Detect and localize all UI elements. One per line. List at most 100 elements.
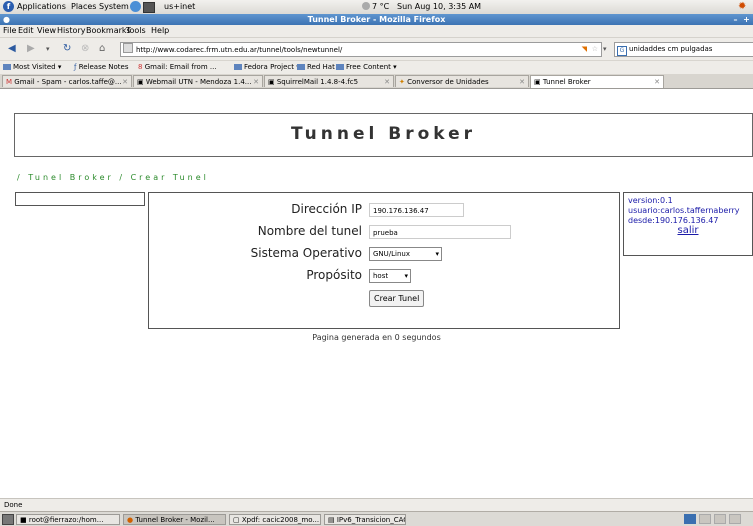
places-menu[interactable]: Places: [71, 2, 96, 11]
taskbar: ■ root@fierrazo:/hom... ● Tunnel Broker …: [0, 511, 753, 526]
navigation-toolbar: ◀ ▶ ▾ ↻ ⊗ ⌂ http://www.codarec.frm.utn.e…: [0, 38, 753, 60]
weather-cloud-icon: [362, 2, 370, 10]
home-icon[interactable]: ⌂: [99, 43, 105, 54]
tab-gmail[interactable]: M Gmail - Spam - carlos.taffe@... ✕: [2, 75, 132, 87]
folder-icon: [234, 64, 242, 70]
document-icon: ▤: [328, 516, 335, 524]
window-icon: ▢: [233, 516, 240, 524]
forward-arrow-icon[interactable]: ▶: [27, 43, 35, 54]
task-label: Xpdf: cacic2008_mo...: [241, 516, 320, 524]
tab-bar: M Gmail - Spam - carlos.taffe@... ✕ ▣ Web…: [0, 74, 753, 89]
bookmark-fedora-project[interactable]: Fedora Project ▾: [234, 63, 300, 71]
bookmark-free-content[interactable]: Free Content ▾: [336, 63, 397, 71]
gmail-icon: M: [6, 78, 13, 86]
user-text: usuario:carlos.taffernaberry: [628, 206, 740, 215]
page-icon: ▣: [268, 78, 275, 86]
close-tab-icon[interactable]: ✕: [519, 76, 525, 87]
task-ipv6-doc[interactable]: ▤ IPv6_Transicion_CACI...: [324, 514, 406, 525]
menu-edit[interactable]: Edit: [18, 26, 34, 35]
menu-help[interactable]: Help: [151, 26, 169, 35]
tunnel-name-label: Nombre del tunel: [257, 224, 362, 238]
gmail-icon: 8: [138, 63, 143, 71]
menu-bookmarks[interactable]: Bookmarks: [86, 26, 131, 35]
terminal-launcher-icon[interactable]: [143, 2, 155, 13]
task-xpdf[interactable]: ▢ Xpdf: cacic2008_mo...: [229, 514, 321, 525]
close-tab-icon[interactable]: ✕: [122, 76, 128, 87]
clock[interactable]: Sun Aug 10, 3:35 AM: [397, 2, 481, 11]
bookmark-star-icon[interactable]: ☆: [592, 43, 598, 56]
page-banner: Tunnel Broker: [14, 113, 753, 157]
ip-input[interactable]: 190.176.136.47: [369, 203, 464, 217]
bookmark-red-hat[interactable]: Red Hat ▾: [297, 63, 341, 71]
firefox-icon: ●: [127, 516, 134, 524]
conversor-icon: ✦: [399, 78, 405, 86]
page-favicon-icon: [123, 43, 133, 53]
url-dropdown-icon[interactable]: ▾: [603, 45, 607, 53]
menubar: File Edit View History Bookmarks Tools H…: [0, 25, 753, 38]
applications-menu[interactable]: Applications: [17, 2, 66, 11]
tab-label: SquirrelMail 1.4.8-4.fc5: [276, 78, 359, 86]
rss-feed-icon[interactable]: ◥: [582, 43, 587, 56]
workspace-4[interactable]: [729, 514, 741, 524]
close-tab-icon[interactable]: ✕: [654, 76, 660, 88]
terminal-icon: ■: [20, 516, 27, 524]
bookmark-gmail[interactable]: 8 Gmail: Email from ...: [138, 63, 217, 71]
workspace-3[interactable]: [714, 514, 726, 524]
workspace-1[interactable]: [684, 514, 696, 524]
reload-icon[interactable]: ↻: [63, 43, 71, 54]
url-text: http://www.codarec.frm.utn.edu.ar/tunnel…: [136, 46, 343, 54]
firefox-launcher-icon[interactable]: [130, 1, 141, 12]
gnome-top-panel: f Applications Places System us+inet 7 °…: [0, 0, 753, 15]
tunnel-name-input[interactable]: prueba: [369, 225, 511, 239]
fedora-icon: ƒ: [74, 63, 77, 71]
close-tab-icon[interactable]: ✕: [253, 76, 259, 87]
chevron-down-icon: ▾: [435, 250, 439, 258]
weather-temp: 7 °C: [372, 2, 390, 11]
folder-icon: [336, 64, 344, 70]
tab-label: Gmail - Spam - carlos.taffe@...: [14, 78, 122, 86]
window-menu-icon[interactable]: ●: [2, 15, 11, 24]
menu-view[interactable]: View: [37, 26, 56, 35]
page-generation-footer: Pagina generada en 0 segundos: [312, 333, 441, 342]
os-select[interactable]: GNU/Linux ▾: [369, 247, 442, 261]
tab-webmail[interactable]: ▣ Webmail UTN - Mendoza 1.4... ✕: [133, 75, 263, 87]
menu-history[interactable]: History: [57, 26, 85, 35]
show-desktop-icon[interactable]: [2, 514, 14, 525]
history-dropdown-icon[interactable]: ▾: [46, 45, 50, 53]
purpose-select-value: host: [373, 272, 389, 280]
google-search-icon[interactable]: G: [617, 46, 627, 56]
tab-conversor[interactable]: ✦ Conversor de Unidades ✕: [395, 75, 529, 87]
chevron-down-icon: ▾: [404, 272, 408, 280]
create-tunnel-button[interactable]: Crear Tunel: [369, 290, 425, 307]
task-firefox[interactable]: ● Tunnel Broker - Mozil...: [123, 514, 226, 525]
url-bar[interactable]: http://www.codarec.frm.utn.edu.ar/tunnel…: [120, 42, 602, 57]
task-label: IPv6_Transicion_CACI...: [336, 516, 405, 524]
task-terminal[interactable]: ■ root@fierrazo:/hom...: [16, 514, 120, 525]
page-title: Tunnel Broker: [290, 124, 477, 144]
update-notifier-icon[interactable]: ✹: [738, 1, 746, 12]
task-label: root@fierrazo:/hom...: [28, 516, 104, 524]
left-sidebar-box: [15, 192, 145, 206]
system-menu[interactable]: System: [99, 2, 129, 11]
logout-link[interactable]: salir: [628, 226, 748, 236]
bookmark-release-notes[interactable]: ƒ Release Notes: [74, 63, 129, 71]
breadcrumb[interactable]: / Tunel Broker / Crear Tunel: [17, 173, 209, 182]
back-arrow-icon[interactable]: ◀: [8, 43, 16, 54]
purpose-label: Propósito: [306, 268, 362, 282]
maximize-icon[interactable]: +: [742, 15, 751, 24]
minimize-icon[interactable]: –: [731, 15, 740, 24]
folder-icon: [297, 64, 305, 70]
tab-squirrelmail[interactable]: ▣ SquirrelMail 1.4.8-4.fc5 ✕: [264, 75, 394, 87]
purpose-select[interactable]: host ▾: [369, 269, 411, 283]
fedora-logo-icon[interactable]: f: [3, 1, 14, 12]
workspace-2[interactable]: [699, 514, 711, 524]
stop-icon[interactable]: ⊗: [81, 43, 89, 54]
tab-tunnel-broker[interactable]: ▣ Tunnel Broker ✕: [530, 75, 664, 88]
search-bar[interactable]: Gunidaddes cm pulgadas: [614, 42, 753, 57]
menu-tools[interactable]: Tools: [126, 26, 146, 35]
window-titlebar[interactable]: ● Tunnel Broker - Mozilla Firefox – +: [0, 14, 753, 25]
bookmark-most-visited[interactable]: Most Visited ▾: [3, 63, 61, 71]
tab-label: Webmail UTN - Mendoza 1.4...: [145, 78, 252, 86]
menu-file[interactable]: File: [3, 26, 16, 35]
close-tab-icon[interactable]: ✕: [384, 76, 390, 87]
